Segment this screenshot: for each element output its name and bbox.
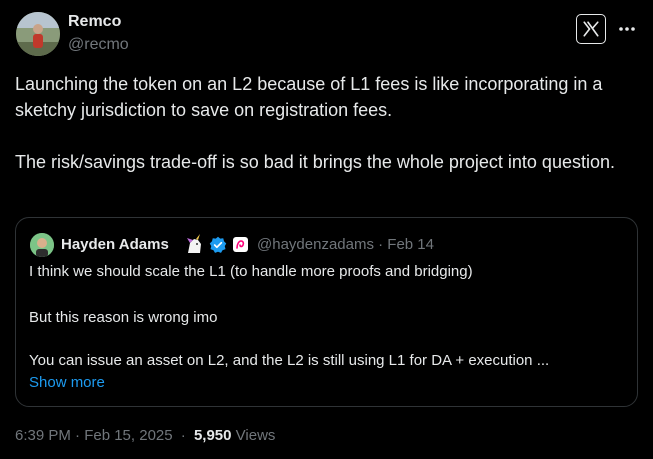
quoted-author-avatar[interactable]	[30, 233, 54, 257]
affiliate-badge-icon	[233, 237, 248, 252]
quoted-text-line: But this reason is wrong imo	[29, 309, 218, 326]
quoted-text-line: You can issue an asset on L2, and the L2…	[29, 352, 550, 369]
quoted-author-name[interactable]: Hayden Adams	[61, 236, 169, 253]
author-handle[interactable]: @recmo	[68, 36, 129, 54]
timestamp[interactable]: 6:39 PM · Feb 15, 2025	[15, 427, 173, 444]
views-label: Views	[235, 427, 276, 444]
quoted-tweet-card[interactable]: Hayden Adams @haydenzadams · Feb 14 I th…	[15, 217, 638, 407]
show-more-link[interactable]: Show more	[29, 374, 105, 391]
quoted-handle-date[interactable]: @haydenzadams · Feb 14	[257, 236, 434, 253]
author-name[interactable]: Remco	[68, 13, 121, 31]
author-avatar[interactable]	[16, 12, 60, 56]
quoted-text-line: I think we should scale the L1 (to handl…	[29, 263, 473, 280]
tweet-footer: 6:39 PM · Feb 15, 2025 · 5,950 Views	[15, 427, 275, 444]
verified-badge-icon	[209, 236, 227, 254]
views-count: 5,950	[193, 427, 232, 444]
footer-separator: ·	[180, 427, 186, 444]
tweet-text: Launching the token on an L2 because of …	[15, 71, 643, 175]
x-logo-icon[interactable]	[576, 14, 606, 44]
tweet-paragraph: Launching the token on an L2 because of …	[15, 74, 603, 120]
more-dots-icon[interactable]	[616, 18, 638, 40]
unicorn-emoji-icon	[184, 234, 206, 254]
tweet-paragraph: The risk/savings trade-off is so bad it …	[15, 152, 615, 172]
